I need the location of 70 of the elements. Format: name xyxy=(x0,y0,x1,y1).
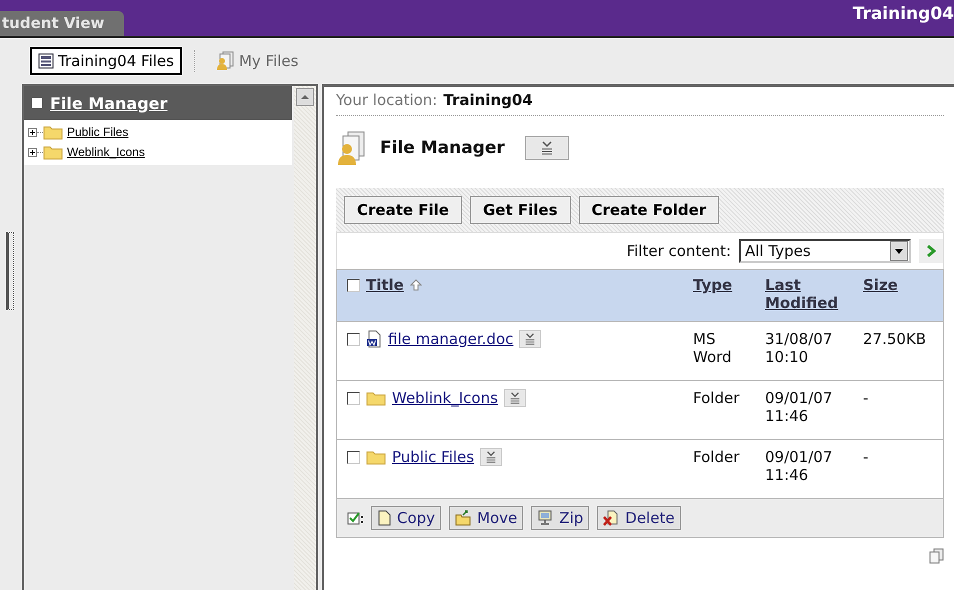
column-header[interactable]: Title xyxy=(366,276,404,294)
folder-arrow-icon xyxy=(455,510,472,526)
dropdown-arrow-icon xyxy=(895,248,903,254)
list-icon xyxy=(38,53,54,69)
checkbox[interactable] xyxy=(347,278,360,292)
user-files-icon xyxy=(214,51,235,71)
tree-item[interactable]: Public Files xyxy=(67,125,128,139)
document-icon xyxy=(366,330,382,348)
expander-icon[interactable] xyxy=(28,128,37,136)
action-button[interactable]: Create Folder xyxy=(578,196,720,224)
checkbox[interactable] xyxy=(347,332,360,346)
menu-icon xyxy=(540,141,554,155)
type-cell: MS Word xyxy=(693,330,732,366)
site-title: Training04 xyxy=(852,4,954,24)
folder-icon xyxy=(43,144,63,160)
scrollbar[interactable] xyxy=(294,86,316,590)
checked-box-icon xyxy=(347,511,363,525)
sort-up-icon[interactable] xyxy=(410,279,422,291)
square-icon xyxy=(32,98,42,108)
size-cell: - xyxy=(863,448,868,466)
menu-button[interactable] xyxy=(480,448,502,466)
expander-icon[interactable] xyxy=(28,148,37,156)
column-header[interactable]: Size xyxy=(863,276,898,294)
checkbox[interactable] xyxy=(347,392,360,404)
bulk-action-button[interactable]: Move xyxy=(449,506,524,530)
action-button[interactable]: Get Files xyxy=(470,196,570,224)
column-header[interactable]: Last Modified xyxy=(765,276,855,312)
student-view-tab[interactable]: tudent View xyxy=(0,11,124,36)
monitor-icon xyxy=(537,510,554,526)
date-cell: 31/08/07 10:10 xyxy=(765,330,832,366)
size-cell: 27.50KB xyxy=(863,330,926,348)
action-button[interactable]: Create File xyxy=(344,196,462,224)
bulk-action-button[interactable]: Copy xyxy=(371,506,442,530)
page-heading: File Manager xyxy=(380,138,505,158)
folder-icon xyxy=(366,449,386,465)
date-cell: 09/01/07 11:46 xyxy=(765,448,832,484)
toolbar-tab[interactable]: My Files xyxy=(206,46,306,76)
location-label: Your location: xyxy=(336,91,438,109)
file-link[interactable]: file manager.doc xyxy=(388,330,514,348)
menu-button[interactable] xyxy=(524,136,569,160)
type-cell: Folder xyxy=(693,389,740,407)
size-cell: - xyxy=(863,389,868,407)
menu-button[interactable] xyxy=(519,330,542,348)
location-value: Training04 xyxy=(443,91,533,109)
file-link[interactable]: Public Files xyxy=(392,448,474,466)
copy-icon[interactable] xyxy=(928,548,944,564)
page-icon xyxy=(377,510,391,526)
go-button[interactable] xyxy=(919,239,943,263)
menu-icon xyxy=(524,333,536,345)
date-cell: 09/01/07 11:46 xyxy=(765,389,832,425)
chevron-right-icon xyxy=(926,245,936,257)
column-header[interactable]: Type xyxy=(693,276,732,294)
folder-icon xyxy=(366,390,386,406)
bulk-action-button[interactable]: Delete xyxy=(597,506,681,530)
type-dropdown[interactable]: All Types xyxy=(739,239,911,263)
scroll-up-button[interactable] xyxy=(296,88,314,106)
tree-item[interactable]: Weblink_Icons xyxy=(67,145,145,159)
splitter-handle-icon[interactable] xyxy=(6,232,14,310)
delete-icon xyxy=(603,510,620,526)
file-link[interactable]: Weblink_Icons xyxy=(392,389,498,407)
type-cell: Folder xyxy=(693,448,740,466)
folder-icon xyxy=(43,124,63,140)
bulk-action-button[interactable]: Zip xyxy=(531,506,590,530)
menu-icon xyxy=(508,392,521,404)
menu-icon xyxy=(485,451,498,463)
filter-label: Filter content: xyxy=(626,242,731,260)
checkbox[interactable] xyxy=(347,450,360,464)
up-arrow-icon xyxy=(300,94,310,100)
menu-button[interactable] xyxy=(504,389,526,407)
toolbar-tab[interactable]: Training04 Files xyxy=(30,47,182,75)
